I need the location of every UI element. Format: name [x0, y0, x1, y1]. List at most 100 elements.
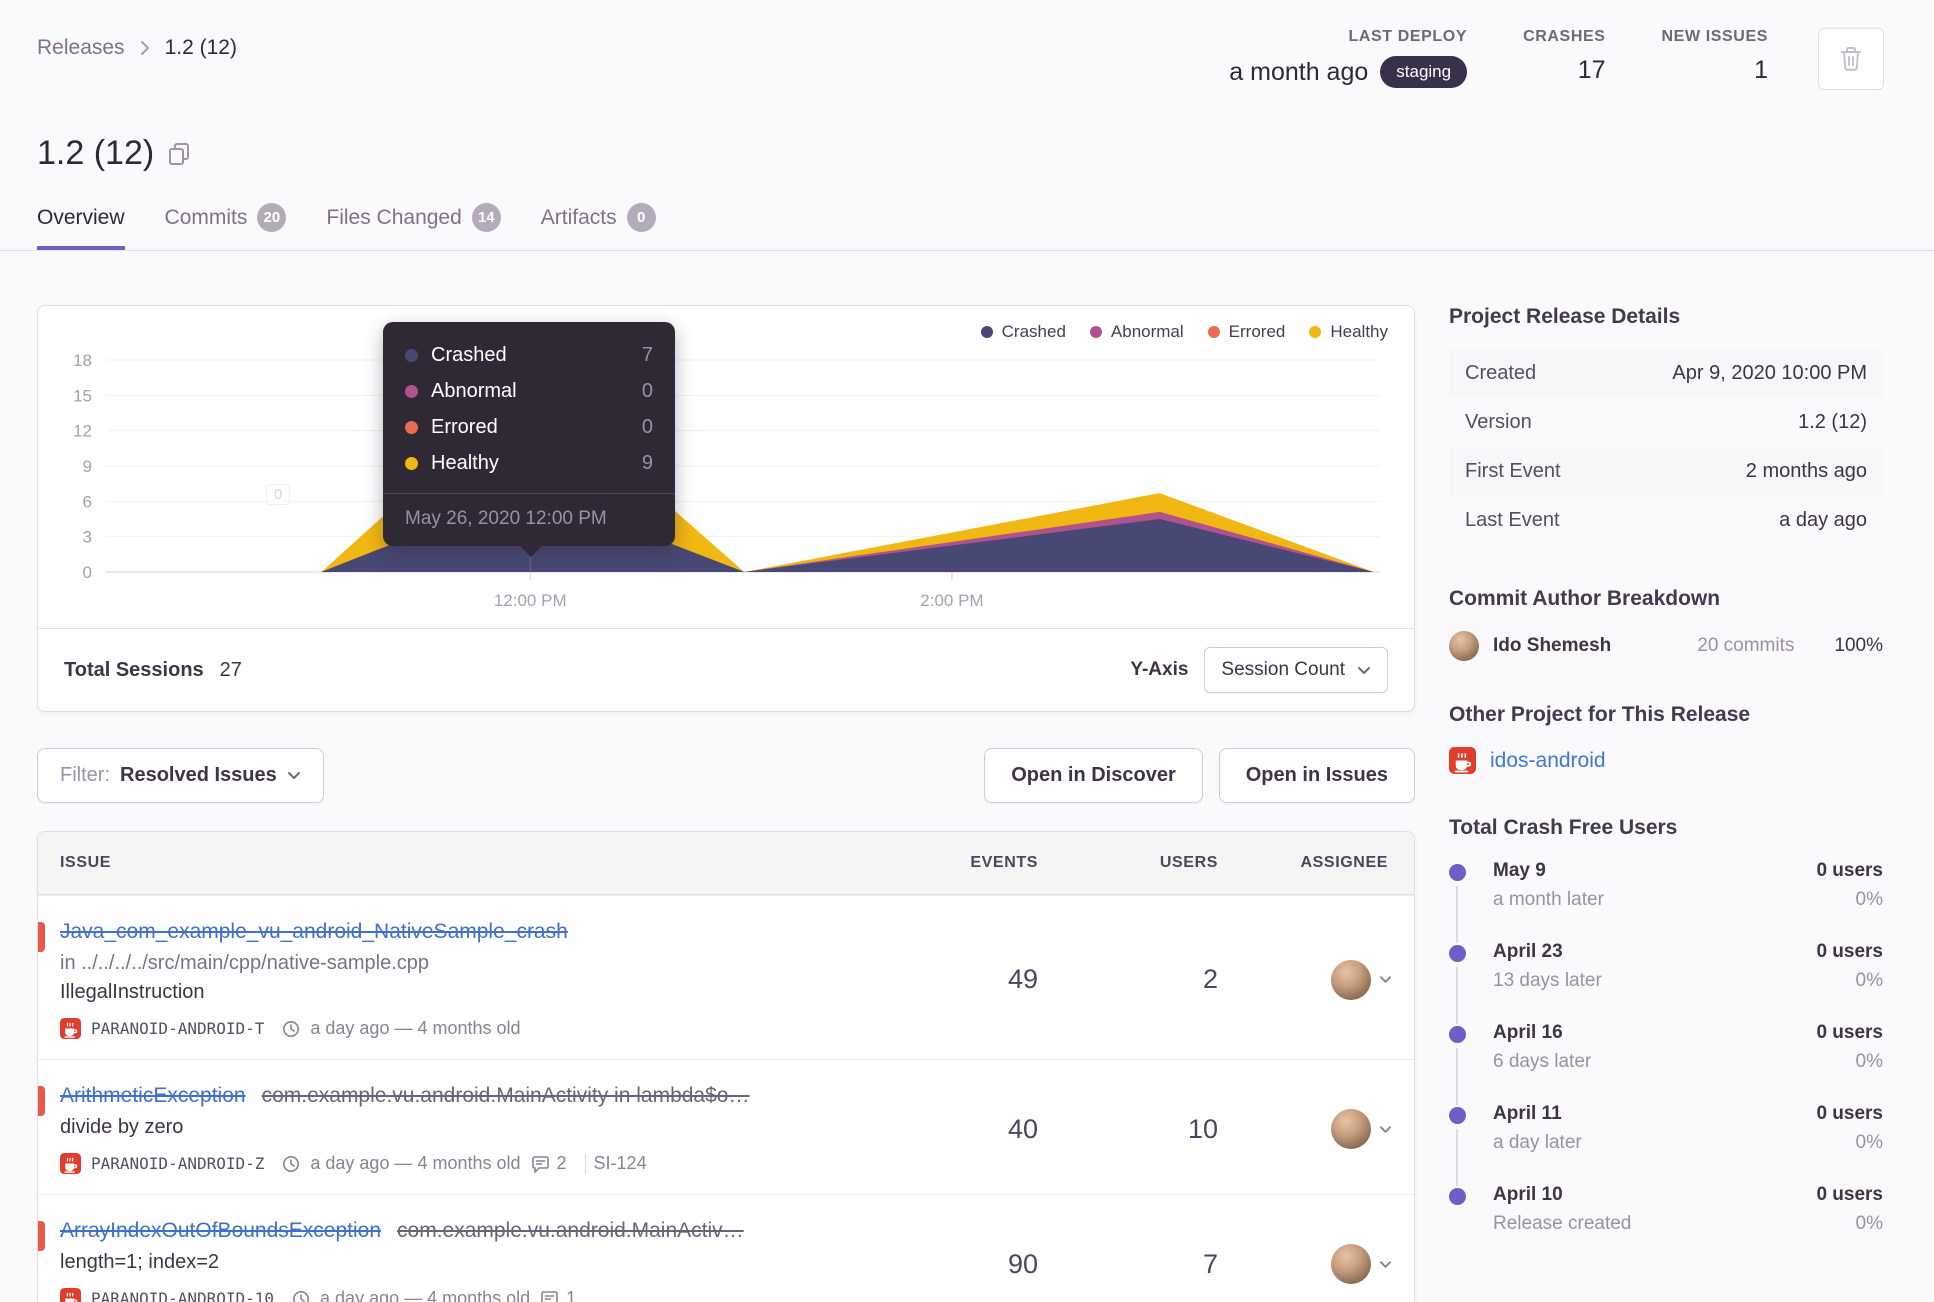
- tab-badge: 20: [257, 203, 287, 232]
- stat-label: LAST DEPLOY: [1348, 28, 1468, 45]
- chevron-down-icon: [1379, 1125, 1392, 1133]
- sessions-chart-card: 0 3 6 9 12 15 18 12:00 PM 2:00 PM Crashed Abnorm…: [37, 305, 1415, 712]
- issue-title-link[interactable]: Java_com_example_vu_android_NativeSample…: [60, 920, 568, 943]
- project-slug[interactable]: PARANOID-ANDROID-T: [91, 1019, 264, 1038]
- chevron-down-icon: [1358, 666, 1370, 674]
- detail-row: Created Apr 9, 2020 10:00 PM: [1449, 349, 1883, 398]
- comment-icon: [531, 1155, 549, 1173]
- col-events: EVENTS: [970, 854, 1038, 871]
- timeline-dot-icon: [1449, 945, 1466, 962]
- tab-label: Overview: [37, 205, 125, 229]
- y-axis-label: Y-Axis: [1130, 659, 1189, 680]
- resolved-marker: [38, 922, 45, 952]
- release-details-section: Project Release Details Created Apr 9, 2…: [1449, 305, 1883, 545]
- svg-text:3: 3: [83, 528, 92, 547]
- tooltip-arrow: [520, 546, 542, 557]
- stat-crashes: CRASHES 17: [1523, 28, 1605, 85]
- other-project-link[interactable]: idos-android: [1490, 749, 1606, 773]
- legend-errored[interactable]: Errored: [1207, 322, 1285, 342]
- tab-label: Commits: [164, 205, 248, 229]
- tab-overview[interactable]: Overview: [37, 203, 125, 250]
- issue-row: ArithmeticException com.example.vu.androi…: [38, 1059, 1414, 1194]
- issue-short-id: SI-124: [593, 1153, 647, 1173]
- chevron-down-icon: [1379, 976, 1392, 983]
- assignee-dropdown[interactable]: [1218, 959, 1414, 1000]
- issue-culprit: com.example.vu.android.MainActiv…: [397, 1219, 744, 1242]
- other-projects-section: Other Project for This Release idos-andr…: [1449, 703, 1883, 774]
- legend-abnormal[interactable]: Abnormal: [1089, 322, 1184, 342]
- users-count: 7: [1202, 1248, 1218, 1279]
- issue-title-link[interactable]: ArrayIndexOutOfBoundsException: [60, 1219, 381, 1242]
- section-title: Other Project for This Release: [1449, 703, 1751, 726]
- tab-label: Artifacts: [540, 205, 617, 229]
- chart-legend: Crashed Abnormal Errored Healthy: [980, 322, 1388, 342]
- comment-count[interactable]: 1: [540, 1288, 576, 1302]
- axis-pointer-ghost-label: 0: [266, 484, 291, 505]
- section-title: Project Release Details: [1449, 305, 1681, 328]
- timeline-dot-icon: [1449, 864, 1466, 881]
- open-in-issues-button[interactable]: Open in Issues: [1218, 748, 1415, 803]
- main-column: 0 3 6 9 12 15 18 12:00 PM 2:00 PM Crashed Abnorm…: [37, 305, 1415, 1302]
- issue-message: divide by zero: [60, 1116, 184, 1138]
- tab-label: Files Changed: [326, 205, 462, 229]
- tab-files-changed[interactable]: Files Changed 14: [326, 203, 501, 250]
- svg-text:9: 9: [83, 457, 92, 476]
- assignee-dropdown[interactable]: [1218, 1244, 1414, 1284]
- issue-age: a day ago — 4 months old: [310, 1018, 521, 1038]
- legend-healthy[interactable]: Healthy: [1309, 322, 1388, 342]
- tooltip-date: May 26, 2020 12:00 PM: [405, 508, 607, 529]
- timeline-entry: May 9a month later 0 users 0%: [1449, 860, 1883, 943]
- chart-footer: Total Sessions 27 Y-Axis Session Count: [38, 628, 1414, 711]
- breadcrumb: Releases 1.2 (12): [37, 36, 237, 60]
- issue-culprit: com.example.vu.android.MainActivity in l…: [261, 1084, 750, 1107]
- y-axis-select[interactable]: Session Count: [1204, 647, 1388, 693]
- crash-free-timeline: May 9a month later 0 users 0% April 23 13 …: [1449, 860, 1883, 1265]
- issues-table: ISSUE EVENTS USERS ASSIGNEE Java_com_exa…: [37, 831, 1415, 1302]
- assignee-avatar: [1331, 959, 1371, 1000]
- sessions-chart[interactable]: 0 3 6 9 12 15 18 12:00 PM 2:00 PM Crashed Abnorm…: [38, 306, 1414, 628]
- issue-message: IllegalInstruction: [60, 981, 205, 1003]
- timeline-entry: April 10 Release created 0 users 0%: [1449, 1184, 1883, 1265]
- svg-text:12: 12: [73, 422, 92, 441]
- chevron-down-icon: [287, 772, 300, 779]
- issue-age: a day ago — 4 months old: [320, 1288, 531, 1302]
- events-count: 49: [1007, 964, 1038, 994]
- stat-label: NEW ISSUES: [1661, 28, 1768, 45]
- col-assignee: ASSIGNEE: [1300, 854, 1388, 871]
- assignee-avatar: [1331, 1244, 1371, 1284]
- col-issue: ISSUE: [60, 854, 112, 871]
- svg-text:6: 6: [83, 492, 92, 511]
- tab-commits[interactable]: Commits 20: [165, 203, 287, 250]
- svg-text:0: 0: [83, 563, 92, 582]
- breadcrumb-releases-link[interactable]: Releases: [37, 36, 125, 60]
- comment-count[interactable]: 2: [531, 1153, 567, 1174]
- issue-meta: PARANOID-ANDROID-T a day ago — 4 months …: [60, 1018, 898, 1039]
- tab-badge: 14: [471, 203, 501, 232]
- filter-dropdown[interactable]: Filter: Resolved Issues: [37, 748, 324, 803]
- delete-release-button[interactable]: [1818, 28, 1884, 90]
- assignee-dropdown[interactable]: [1218, 1109, 1414, 1149]
- copy-icon[interactable]: [168, 142, 190, 166]
- legend-crashed[interactable]: Crashed: [980, 322, 1066, 342]
- header-stats: LAST DEPLOY a month ago staging CRASHES …: [1229, 28, 1884, 90]
- detail-row: Last Event a day ago: [1465, 509, 1867, 531]
- author-avatar: [1449, 631, 1479, 661]
- users-count: 2: [1202, 964, 1218, 994]
- stat-label: CRASHES: [1523, 28, 1606, 45]
- stat-last-deploy: LAST DEPLOY a month ago staging: [1229, 28, 1468, 88]
- issue-meta: PARANOID-ANDROID-Z a day ago — 4 months …: [60, 1153, 898, 1174]
- open-in-discover-button[interactable]: Open in Discover: [984, 748, 1203, 803]
- project-slug[interactable]: PARANOID-ANDROID-Z: [91, 1154, 264, 1173]
- chart-tooltip: Crashed 7 Abnormal 0 Errored 0 Healthy 9 May…: [383, 322, 675, 557]
- timeline-entry: April 23 13 days later 0 users 0%: [1449, 941, 1883, 1024]
- issue-message: length=1; index=2: [60, 1251, 220, 1273]
- section-title: Total Crash Free Users: [1449, 816, 1678, 839]
- project-slug[interactable]: PARANOID-ANDROID-10: [91, 1289, 274, 1302]
- issue-title-link[interactable]: ArithmeticException: [60, 1084, 246, 1107]
- timeline-entry: April 11 a day later 0 users 0%: [1449, 1103, 1883, 1186]
- assignee-avatar: [1331, 1109, 1371, 1149]
- svg-text:12:00 PM: 12:00 PM: [494, 591, 567, 610]
- detail-row: Version 1.2 (12): [1465, 411, 1867, 433]
- page-header: Releases 1.2 (12) LAST DEPLOY a month ag…: [37, 28, 1884, 90]
- tab-artifacts[interactable]: Artifacts 0: [541, 203, 656, 250]
